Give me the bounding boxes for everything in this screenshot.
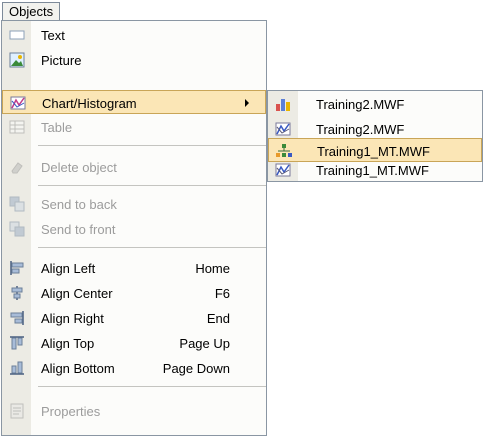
- submenu-item-label: Training2.MWF: [316, 97, 405, 112]
- chart-histogram-submenu: Training2.MWF Training2.MWF Training1_MT…: [267, 90, 483, 182]
- eraser-icon: [9, 159, 25, 175]
- send-to-front-icon: [9, 221, 25, 237]
- menu-item-shortcut: Page Up: [179, 336, 230, 351]
- menu-item-label: Send to front: [41, 222, 116, 237]
- menu-item-label: Delete object: [41, 160, 117, 175]
- menu-item-align-right[interactable]: Align Right End: [2, 306, 266, 330]
- menu-item-label: Table: [41, 120, 73, 135]
- bar-chart-icon: [275, 96, 291, 112]
- menu-item-align-left[interactable]: Align Left Home: [2, 256, 266, 280]
- menu-item-label: Align Right: [41, 311, 104, 326]
- submenu-item-label: Training2.MWF: [316, 122, 405, 137]
- menu-separator: [38, 145, 266, 146]
- submenu-item-training1-mt-histogram[interactable]: Training1_MT.MWF: [268, 158, 482, 182]
- menu-item-label: Text: [41, 28, 65, 43]
- align-center-icon: [9, 285, 25, 301]
- submenu-item-label: Training1_MT.MWF: [317, 144, 430, 159]
- objects-menu: Text Picture Chart/Histogram Table Delet…: [1, 20, 267, 436]
- menu-item-label: Send to back: [41, 197, 117, 212]
- menu-separator: [38, 247, 266, 248]
- submenu-item-training2-bar[interactable]: Training2.MWF: [268, 92, 482, 116]
- menu-item-label: Align Center: [41, 286, 113, 301]
- menu-separator: [38, 386, 266, 387]
- text-icon: [9, 27, 25, 43]
- menu-item-picture[interactable]: Picture: [2, 48, 266, 72]
- picture-icon: [9, 52, 25, 68]
- menu-bar: Objects: [0, 0, 487, 20]
- table-icon: [9, 119, 25, 135]
- menu-item-shortcut: Home: [195, 261, 230, 276]
- menu-item-text[interactable]: Text: [2, 23, 266, 47]
- menu-item-label: Properties: [41, 404, 101, 419]
- menu-item-label: Picture: [41, 53, 82, 68]
- tree-diagram-icon: [276, 143, 292, 159]
- menu-item-send-to-back[interactable]: Send to back: [2, 192, 266, 216]
- align-right-icon: [9, 310, 25, 326]
- menu-item-label: Align Top: [41, 336, 95, 351]
- menu-item-label: Chart/Histogram: [42, 96, 137, 111]
- align-left-icon: [9, 260, 25, 276]
- menu-item-label: Align Bottom: [41, 361, 115, 376]
- properties-icon: [9, 403, 25, 419]
- menu-objects[interactable]: Objects: [2, 2, 61, 20]
- align-bottom-icon: [9, 360, 25, 376]
- submenu-item-label: Training1_MT.MWF: [316, 163, 429, 178]
- menu-item-send-to-front[interactable]: Send to front: [2, 217, 266, 241]
- histogram-icon: [275, 121, 291, 137]
- menu-item-chart-histogram[interactable]: Chart/Histogram: [2, 90, 266, 114]
- menu-item-shortcut: End: [206, 311, 230, 326]
- menu-item-table[interactable]: Table: [2, 115, 266, 139]
- histogram-icon: [275, 162, 291, 178]
- submenu-arrow-icon: [245, 99, 249, 107]
- menu-item-shortcut: Page Down: [162, 361, 230, 376]
- menu-item-delete-object[interactable]: Delete object: [2, 155, 266, 179]
- align-top-icon: [9, 335, 25, 351]
- menu-separator: [38, 185, 266, 186]
- menu-item-align-bottom[interactable]: Align Bottom Page Down: [2, 356, 266, 380]
- menu-item-align-center[interactable]: Align Center F6: [2, 281, 266, 305]
- menu-item-align-top[interactable]: Align Top Page Up: [2, 331, 266, 355]
- menu-item-label: Align Left: [41, 261, 96, 276]
- histogram-icon: [10, 95, 26, 111]
- menu-item-properties[interactable]: Properties: [2, 399, 266, 423]
- send-to-back-icon: [9, 196, 25, 212]
- menu-item-shortcut: F6: [214, 286, 230, 301]
